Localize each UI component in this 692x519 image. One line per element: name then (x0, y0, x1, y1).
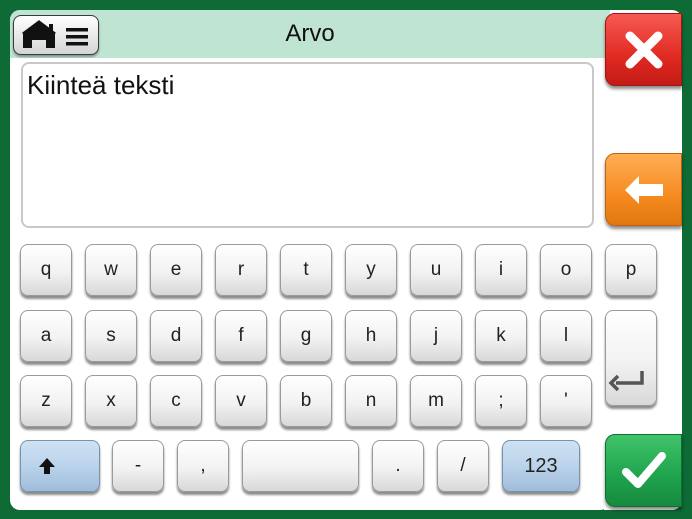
numeric-key[interactable]: 123 (502, 440, 580, 492)
key-v[interactable]: v (215, 375, 267, 427)
key-l[interactable]: l (540, 310, 592, 362)
enter-key[interactable] (605, 310, 657, 406)
shift-up-arrow-icon (39, 458, 55, 474)
cancel-button[interactable] (605, 13, 682, 86)
key-s[interactable]: s (85, 310, 137, 362)
checkmark-icon (621, 451, 666, 488)
key-d[interactable]: d (150, 310, 202, 362)
key-h[interactable]: h (345, 310, 397, 362)
home-menu-button[interactable] (13, 15, 99, 55)
key-b[interactable]: b (280, 375, 332, 427)
page-title: Arvo (285, 20, 335, 47)
key-comma[interactable]: , (177, 440, 229, 492)
key-u[interactable]: u (410, 244, 462, 296)
key-a[interactable]: a (20, 310, 72, 362)
key-p[interactable]: p (605, 244, 657, 296)
arrow-left-icon (624, 175, 663, 204)
menu-icon (66, 28, 88, 46)
text-input-value: Kiinteä teksti (27, 70, 175, 100)
x-icon (625, 31, 662, 68)
key-g[interactable]: g (280, 310, 332, 362)
key-f[interactable]: f (215, 310, 267, 362)
key-slash[interactable]: / (437, 440, 489, 492)
key-y[interactable]: y (345, 244, 397, 296)
key-dash[interactable]: - (112, 440, 164, 492)
key-semicolon[interactable]: ; (475, 375, 527, 427)
key-j[interactable]: j (410, 310, 462, 362)
space-key[interactable] (242, 440, 359, 492)
key-z[interactable]: z (20, 375, 72, 427)
key-apostrophe[interactable]: ' (540, 375, 592, 427)
key-t[interactable]: t (280, 244, 332, 296)
key-r[interactable]: r (215, 244, 267, 296)
backspace-button[interactable] (605, 153, 682, 226)
key-k[interactable]: k (475, 310, 527, 362)
key-n[interactable]: n (345, 375, 397, 427)
key-w[interactable]: w (85, 244, 137, 296)
key-o[interactable]: o (540, 244, 592, 296)
key-q[interactable]: q (20, 244, 72, 296)
key-dot[interactable]: . (372, 440, 424, 492)
shift-key[interactable] (20, 440, 100, 492)
key-e[interactable]: e (150, 244, 202, 296)
key-x[interactable]: x (85, 375, 137, 427)
enter-icon (608, 371, 644, 392)
accept-button[interactable] (605, 434, 682, 507)
key-c[interactable]: c (150, 375, 202, 427)
key-i[interactable]: i (475, 244, 527, 296)
home-icon (22, 20, 88, 48)
key-m[interactable]: m (410, 375, 462, 427)
